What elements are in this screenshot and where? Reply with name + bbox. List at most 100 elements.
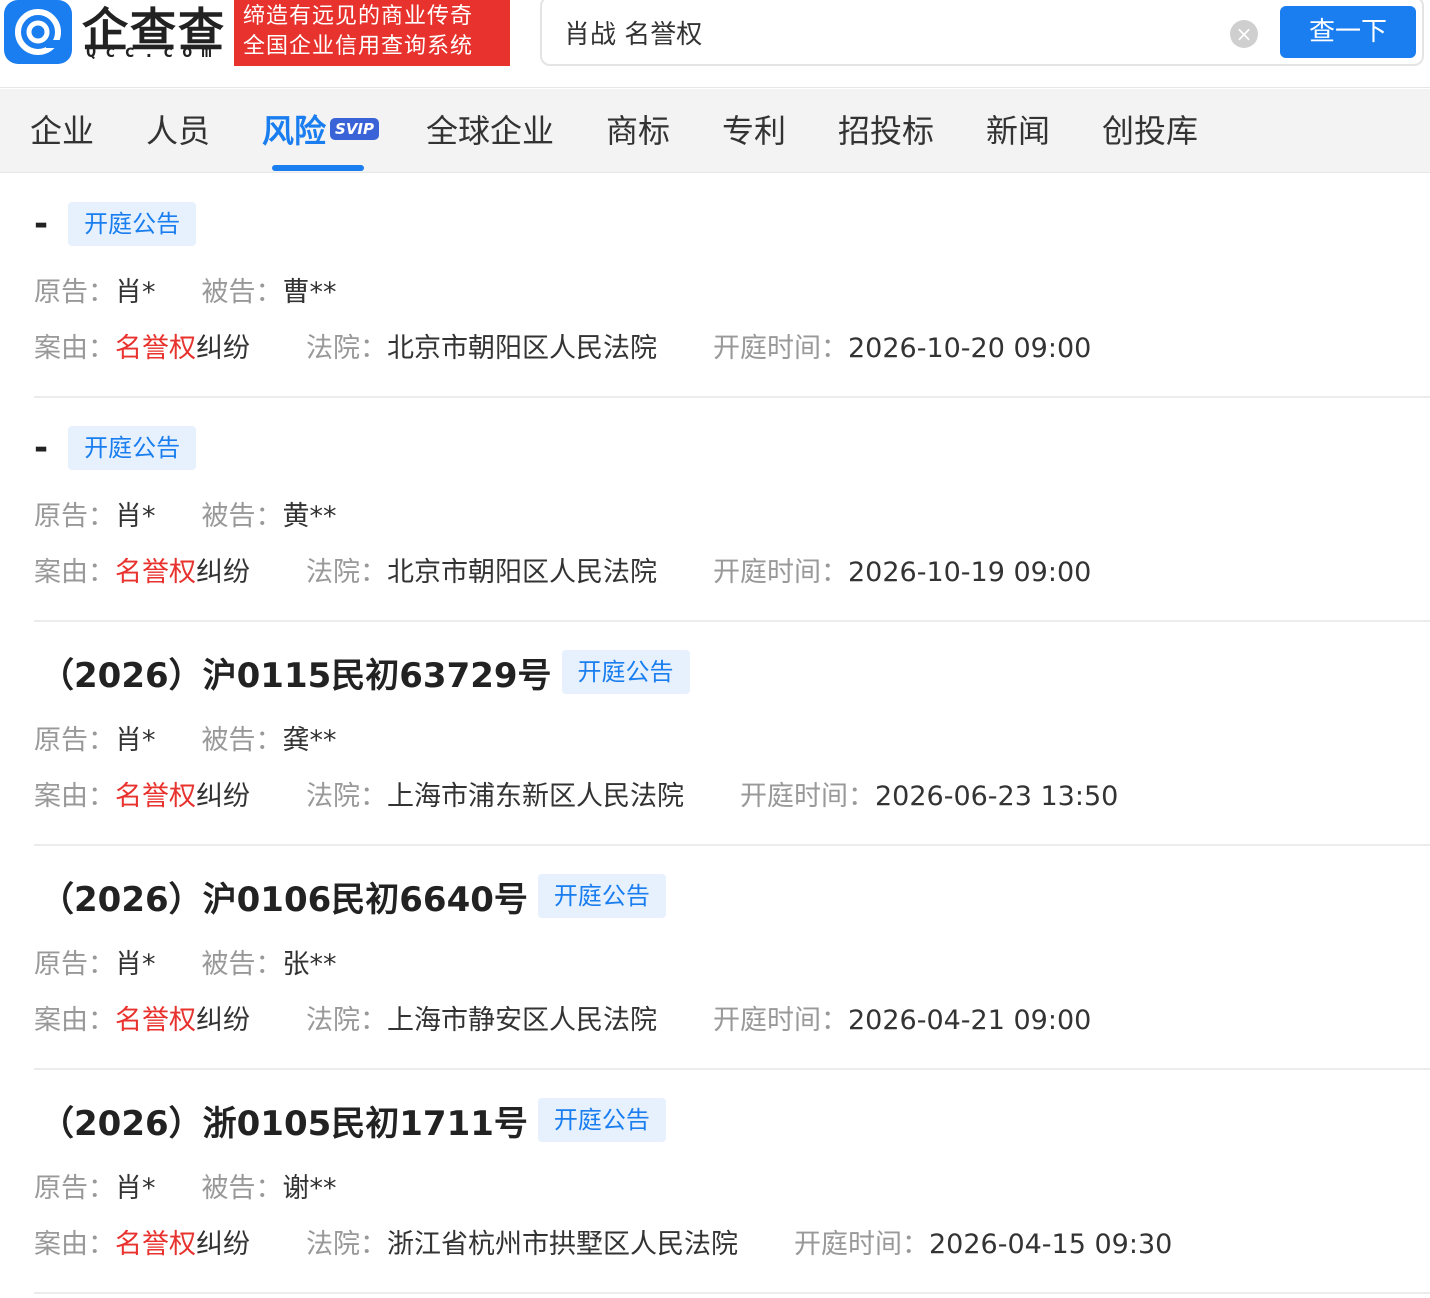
tab-patent[interactable]: 专利 — [722, 89, 786, 173]
court-value[interactable]: 浙江省杭州市拱墅区人民法院 — [387, 1229, 738, 1260]
hearing-time-value: 2026-06-23 13:50 — [875, 781, 1119, 812]
tab-venture-db[interactable]: 创投库 — [1102, 89, 1198, 173]
card-title-row: （2026）浙0105民初1711号 开庭公告 — [34, 1096, 666, 1145]
cause-highlight: 名誉权 — [115, 333, 196, 364]
list-item[interactable]: - 开庭公告 原告：肖* 被告：黄** 案由：名誉权纠纷 法院：北京市朝阳区人民法院… — [34, 398, 1430, 622]
cause-highlight: 名誉权 — [115, 557, 196, 588]
court-value[interactable]: 上海市浦东新区人民法院 — [387, 781, 684, 812]
defendant-value: 黄** — [282, 501, 337, 532]
cause-label: 案由： — [34, 1005, 115, 1036]
details-row: 案由：名誉权纠纷 法院：上海市浦东新区人民法院 开庭时间：2026-06-23 13… — [34, 774, 1118, 813]
plaintiff-value: 肖* — [115, 949, 156, 980]
card-title-row: （2026）沪0106民初6640号 开庭公告 — [34, 872, 666, 921]
search-button[interactable]: 查一下 — [1280, 6, 1416, 58]
defendant-label: 被告： — [201, 1173, 283, 1204]
cause-highlight: 名誉权 — [115, 1229, 196, 1260]
tab-risk[interactable]: 风险 SVIP — [262, 89, 380, 173]
case-number[interactable]: （2026）沪0106民初6640号 — [40, 872, 528, 921]
hearing-notice-badge: 开庭公告 — [537, 1098, 666, 1142]
plaintiff-label: 原告： — [34, 725, 115, 756]
court-value[interactable]: 上海市静安区人民法院 — [387, 1005, 657, 1036]
court-label: 法院： — [306, 781, 387, 812]
court-value[interactable]: 北京市朝阳区人民法院 — [387, 557, 657, 588]
card-title-row: （2026）沪0115民初63729号 开庭公告 — [34, 648, 690, 697]
plaintiff-label: 原告： — [34, 277, 115, 308]
details-row: 案由：名誉权纠纷 法院：北京市朝阳区人民法院 开庭时间：2026-10-20 09:… — [34, 326, 1091, 365]
hearing-time-value: 2026-04-21 09:00 — [848, 1005, 1092, 1036]
defendant-value: 张** — [282, 949, 337, 980]
hearing-notice-badge: 开庭公告 — [537, 874, 666, 918]
tab-people[interactable]: 人员 — [146, 89, 210, 173]
hearing-notice-badge: 开庭公告 — [68, 426, 197, 470]
parties-row: 原告：肖* 被告：张** — [34, 942, 337, 981]
slogan-banner: 缔造有远见的商业传奇 全国企业信用查询系统 — [234, 0, 510, 66]
qcc-logo-icon[interactable] — [4, 0, 72, 64]
details-row: 案由：名誉权纠纷 法院：上海市静安区人民法院 开庭时间：2026-04-21 09:… — [34, 998, 1091, 1037]
tab-risk-label: 风险 — [262, 112, 327, 150]
hearing-time-value: 2026-10-20 09:00 — [848, 333, 1092, 364]
plaintiff-label: 原告： — [34, 501, 115, 532]
top-header: 企查查 Qcc.com 缔造有远见的商业传奇 全国企业信用查询系统 × 查一下 — [0, 0, 1430, 88]
list-item[interactable]: （2026）浙0105民初1711号 开庭公告 原告：肖* 被告：谢** 案由：名… — [34, 1070, 1430, 1294]
slogan-line-1: 缔造有远见的商业传奇 — [243, 4, 474, 29]
defendant-value: 曹** — [282, 277, 337, 308]
hearing-time-value: 2026-10-19 09:00 — [848, 557, 1092, 588]
list-item[interactable]: - 开庭公告 原告：肖* 被告：曹** 案由：名誉权纠纷 法院：北京市朝阳区人民法院… — [34, 174, 1430, 398]
cause-label: 案由： — [34, 333, 115, 364]
defendant-label: 被告： — [201, 501, 283, 532]
parties-row: 原告：肖* 被告：谢** — [34, 1166, 337, 1205]
cause-label: 案由： — [34, 1229, 115, 1260]
hearing-notice-badge: 开庭公告 — [561, 650, 690, 694]
plaintiff-label: 原告： — [34, 949, 115, 980]
parties-row: 原告：肖* 被告：曹** — [34, 270, 337, 309]
list-item[interactable]: （2026）沪0106民初6640号 开庭公告 原告：肖* 被告：张** 案由：名… — [34, 846, 1430, 1070]
tab-bidding[interactable]: 招投标 — [838, 89, 934, 173]
plaintiff-value: 肖* — [115, 277, 156, 308]
search-box: × 查一下 — [540, 0, 1424, 66]
parties-row: 原告：肖* 被告：黄** — [34, 494, 337, 533]
parties-row: 原告：肖* 被告：龚** — [34, 718, 337, 757]
cause-rest: 纠纷 — [196, 333, 250, 364]
cause-highlight: 名誉权 — [115, 781, 196, 812]
case-number[interactable]: （2026）浙0105民初1711号 — [40, 1096, 528, 1145]
hearing-time-label: 开庭时间： — [713, 1005, 848, 1036]
case-number[interactable]: - — [34, 204, 48, 244]
hearing-notice-badge: 开庭公告 — [68, 202, 197, 246]
search-input[interactable] — [564, 12, 1204, 52]
case-number[interactable]: - — [34, 428, 48, 468]
result-list: - 开庭公告 原告：肖* 被告：曹** 案由：名誉权纠纷 法院：北京市朝阳区人民法院… — [0, 174, 1430, 1294]
tab-trademark[interactable]: 商标 — [606, 89, 670, 173]
court-label: 法院： — [306, 333, 387, 364]
tab-news[interactable]: 新闻 — [986, 89, 1050, 173]
tab-global-enterprise[interactable]: 全球企业 — [426, 89, 554, 173]
cause-rest: 纠纷 — [196, 557, 250, 588]
list-item[interactable]: （2026）沪0115民初63729号 开庭公告 原告：肖* 被告：龚** 案由：… — [34, 622, 1430, 846]
court-label: 法院： — [306, 1229, 387, 1260]
slogan-line-2: 全国企业信用查询系统 — [243, 34, 474, 59]
hearing-time-value: 2026-04-15 09:30 — [929, 1229, 1173, 1260]
category-tabs: 企业 人员 风险 SVIP 全球企业 商标 专利 招投标 新闻 创投库 — [0, 89, 1430, 173]
defendant-value: 谢** — [282, 1173, 337, 1204]
cause-rest: 纠纷 — [196, 1229, 250, 1260]
defendant-label: 被告： — [201, 725, 283, 756]
court-label: 法院： — [306, 557, 387, 588]
hearing-time-label: 开庭时间： — [740, 781, 875, 812]
cause-rest: 纠纷 — [196, 781, 250, 812]
clear-search-button[interactable]: × — [1230, 20, 1258, 48]
defendant-value: 龚** — [282, 725, 337, 756]
defendant-label: 被告： — [201, 277, 283, 308]
case-number[interactable]: （2026）沪0115民初63729号 — [40, 648, 552, 697]
tab-enterprise[interactable]: 企业 — [30, 89, 94, 173]
cause-highlight: 名誉权 — [115, 1005, 196, 1036]
hearing-time-label: 开庭时间： — [794, 1229, 929, 1260]
court-value[interactable]: 北京市朝阳区人民法院 — [387, 333, 657, 364]
details-row: 案由：名誉权纠纷 法院：北京市朝阳区人民法院 开庭时间：2026-10-19 09:… — [34, 550, 1091, 589]
plaintiff-value: 肖* — [115, 501, 156, 532]
cause-label: 案由： — [34, 557, 115, 588]
hearing-time-label: 开庭时间： — [713, 557, 848, 588]
court-label: 法院： — [306, 1005, 387, 1036]
svip-badge: SVIP — [330, 118, 380, 140]
defendant-label: 被告： — [201, 949, 283, 980]
card-title-row: - 开庭公告 — [34, 202, 197, 246]
details-row: 案由：名誉权纠纷 法院：浙江省杭州市拱墅区人民法院 开庭时间：2026-04-15 … — [34, 1222, 1172, 1261]
